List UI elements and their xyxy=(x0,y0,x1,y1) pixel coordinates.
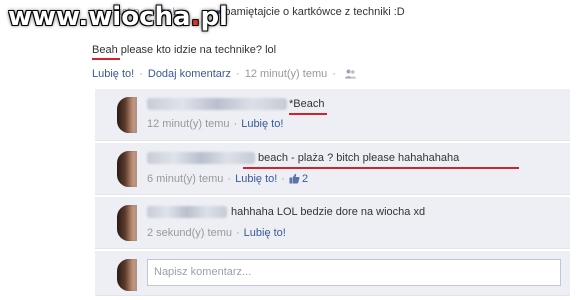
avatar[interactable] xyxy=(117,97,137,133)
comment-composer: Napisz komentarz... xyxy=(95,251,570,296)
comment-item: *Beach 12 minut(y) temu · Lubię to! xyxy=(95,89,570,141)
meta-separator: · xyxy=(227,173,232,185)
comment-input[interactable]: Napisz komentarz... xyxy=(147,259,561,286)
meta-separator: · xyxy=(235,227,240,239)
wiocha-watermark: www.wiocha.pl xyxy=(8,2,228,32)
red-highlight-underline xyxy=(243,167,519,169)
blurred-author-name xyxy=(147,98,287,110)
post-highlight-word: Beah xyxy=(92,44,118,56)
like-count-value: 2 xyxy=(301,173,309,185)
comment-like-count[interactable]: 2 xyxy=(289,173,308,185)
meta-separator: · xyxy=(236,68,240,80)
post-body-rest: please kto idzie na technike? lol xyxy=(117,44,277,56)
comment-like-link[interactable]: Lubię to! xyxy=(235,173,277,185)
red-highlight-underline xyxy=(289,113,327,115)
watermark-pre: www.wiocha xyxy=(8,2,191,32)
meta-separator: · xyxy=(139,68,143,80)
comment-meta: 6 minut(y) temu · Lubię to! · 2 xyxy=(147,171,308,187)
comments-list: *Beach 12 minut(y) temu · Lubię to! beach … xyxy=(95,89,570,296)
meta-separator: · xyxy=(233,118,238,130)
post-meta: Lubię to! · Dodaj komentarz · 12 minut(y) te… xyxy=(92,66,356,82)
comment-timestamp[interactable]: 2 sekund(y) temu xyxy=(147,227,232,239)
comment-item: hahhaha LOL bedzie dore na wiocha xd 2 s… xyxy=(95,197,570,249)
thumb-icon xyxy=(289,173,300,184)
red-highlight-underline xyxy=(92,58,120,60)
comment-text: *Beach xyxy=(289,98,325,110)
blurred-author-name xyxy=(147,206,227,218)
avatar[interactable] xyxy=(117,205,137,241)
facebook-post-screenshot: www.wiocha.pl m... just n...pszą! ♥ pamięt… xyxy=(0,0,580,300)
comment-item: beach - plaża ? bitch please hahahahaha … xyxy=(95,143,570,195)
avatar[interactable] xyxy=(117,151,137,187)
watermark-post: pl xyxy=(200,2,228,32)
comment-timestamp[interactable]: 12 minut(y) temu xyxy=(147,118,230,130)
post-like-link[interactable]: Lubię to! xyxy=(92,68,134,80)
meta-separator: · xyxy=(332,68,336,80)
watermark-dot: . xyxy=(190,2,201,32)
comment-meta: 12 minut(y) temu · Lubię to! xyxy=(147,116,283,132)
comment-text: beach - plaża ? bitch please hahahahaha xyxy=(258,152,460,164)
people-icon[interactable] xyxy=(344,69,356,79)
comment-like-link[interactable]: Lubię to! xyxy=(241,118,283,130)
comment-text: hahhaha LOL bedzie dore na wiocha xd xyxy=(231,206,426,218)
post-text: pamiętajcie o kartkówce z techniki :D xyxy=(224,6,405,18)
post-timestamp[interactable]: 12 minut(y) temu xyxy=(245,68,328,80)
blurred-author-name xyxy=(147,152,255,164)
avatar xyxy=(117,259,137,291)
comment-timestamp[interactable]: 6 minut(y) temu xyxy=(147,173,223,185)
meta-separator: · xyxy=(281,173,285,185)
comment-like-link[interactable]: Lubię to! xyxy=(244,227,286,239)
post-body: Beah please kto idzie na technike? lol xyxy=(92,42,276,58)
comment-meta: 2 sekund(y) temu · Lubię to! xyxy=(147,225,286,241)
add-comment-link[interactable]: Dodaj komentarz xyxy=(148,68,231,80)
